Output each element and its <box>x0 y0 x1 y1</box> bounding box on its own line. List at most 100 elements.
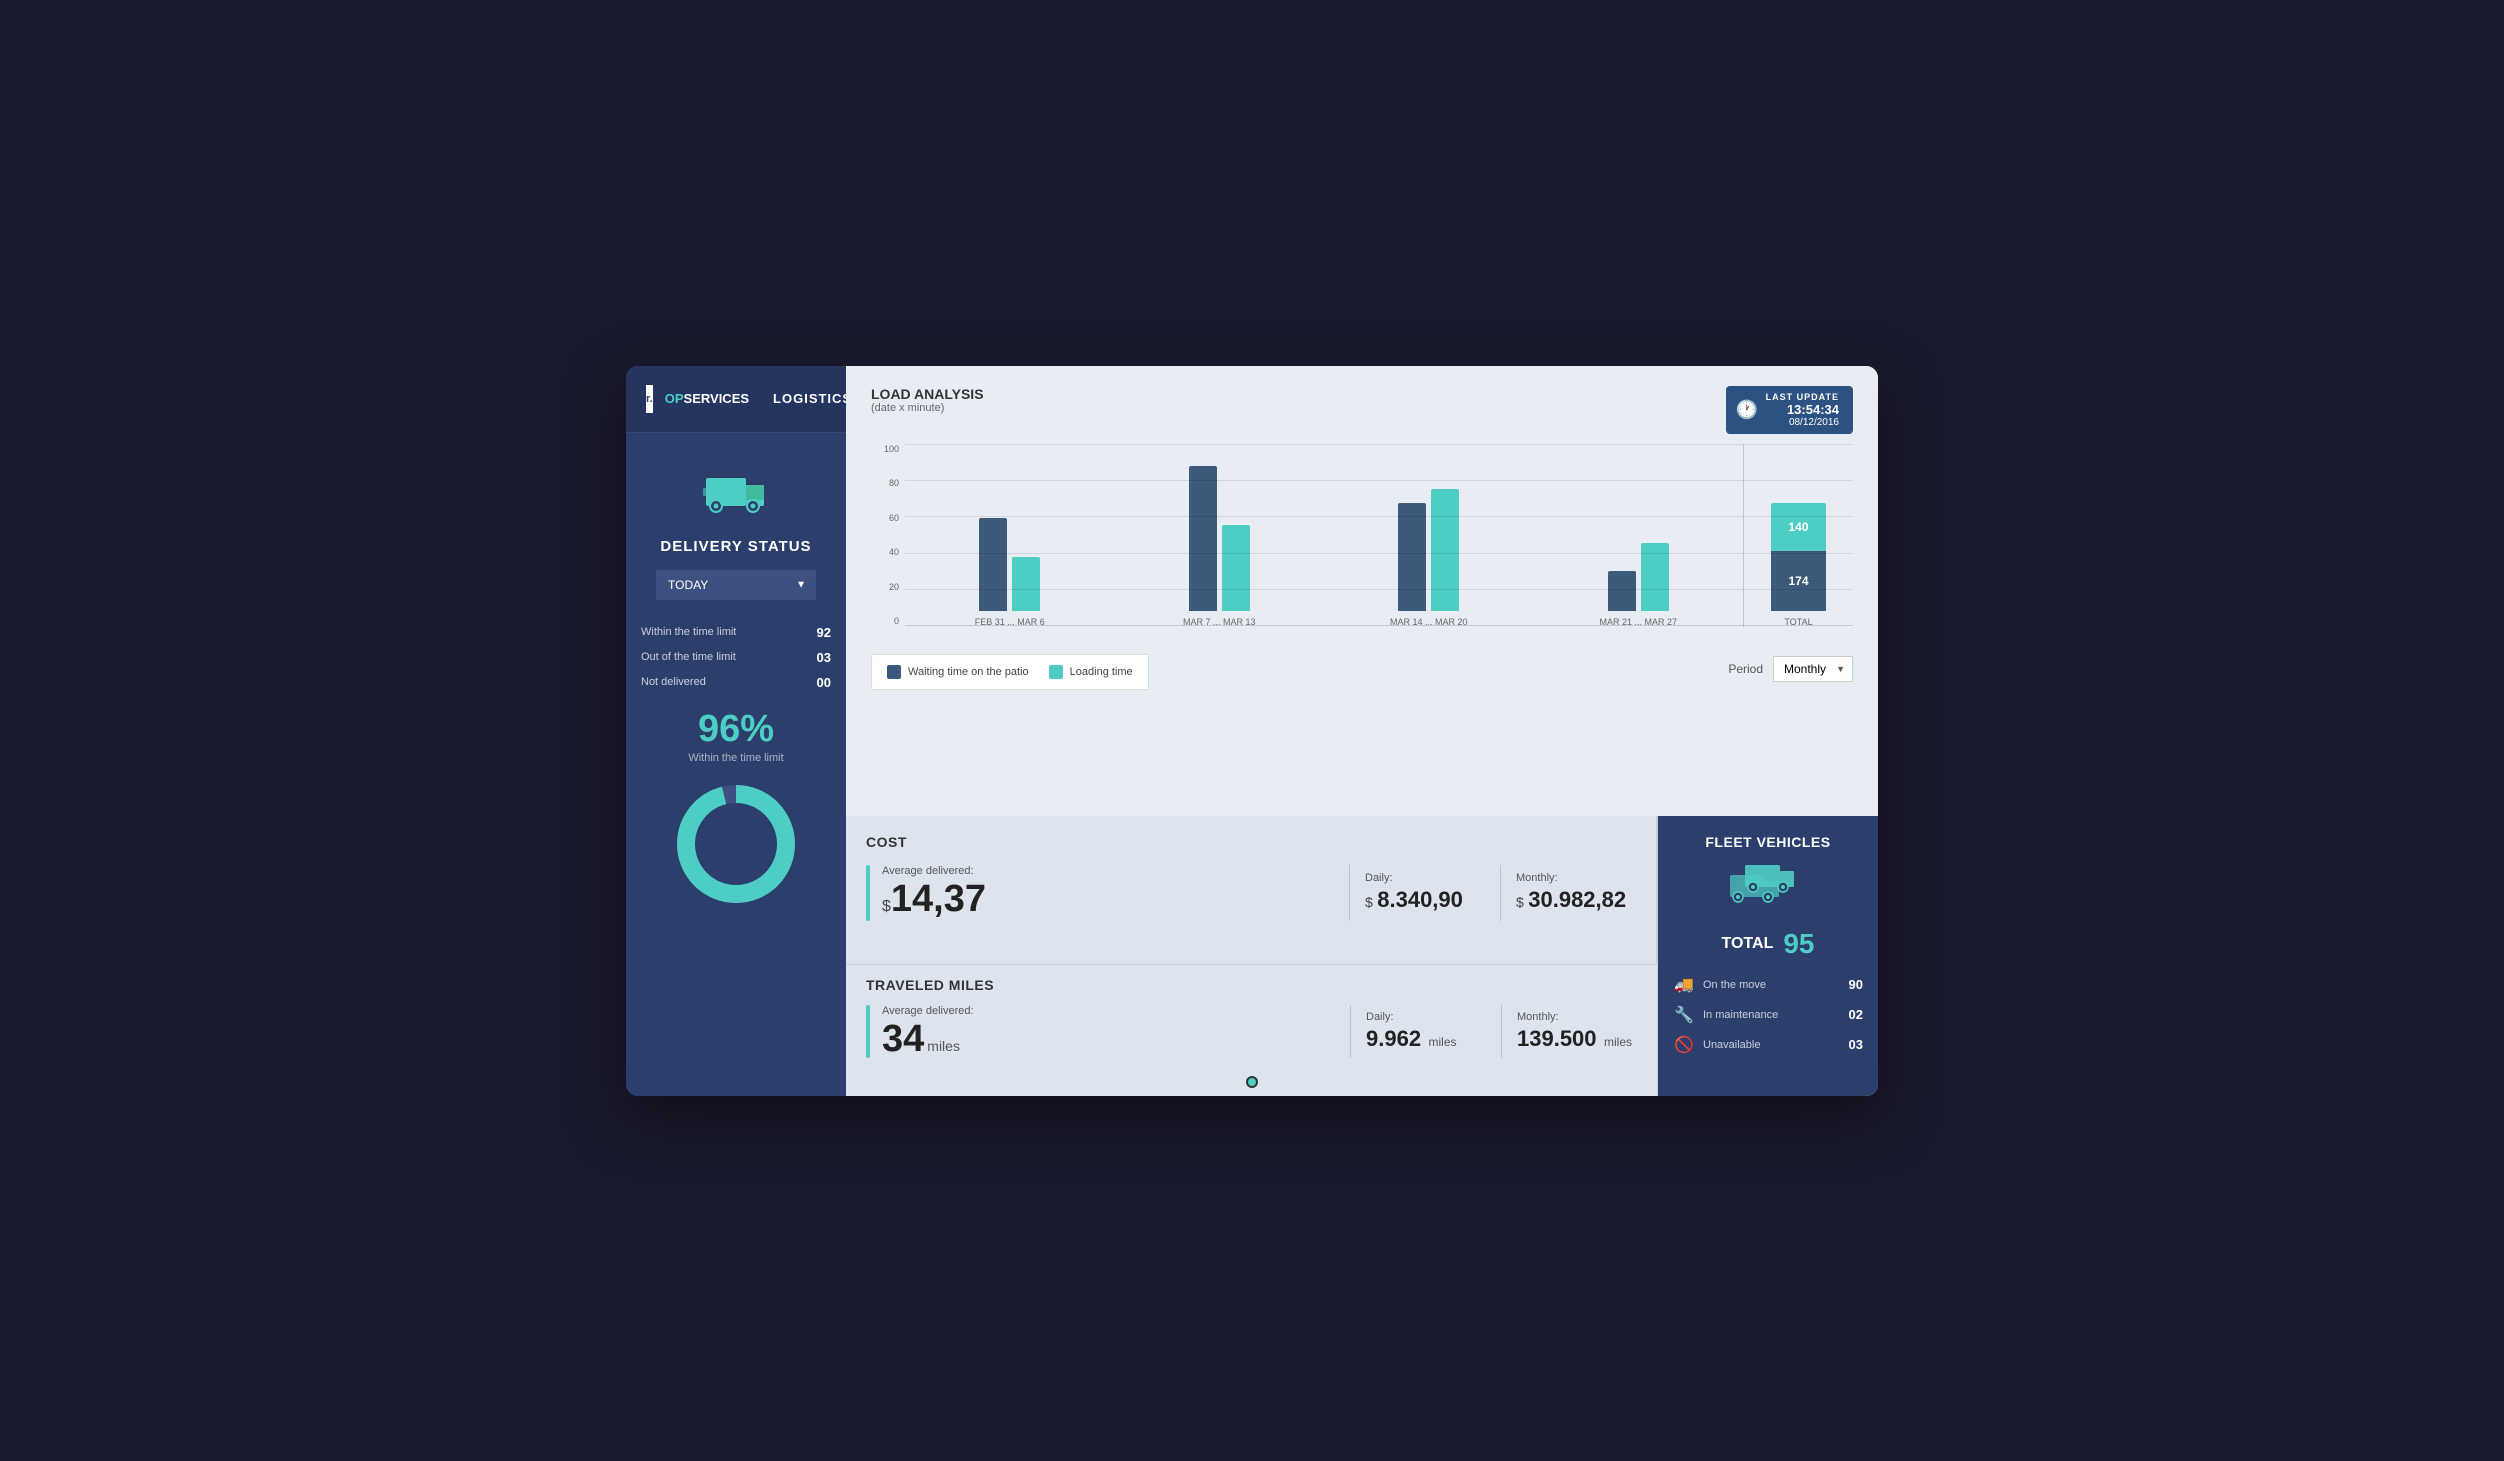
miles-main: Average delivered: 34 miles <box>882 1005 1335 1058</box>
section-label: LOGISTICS <box>773 391 852 406</box>
fleet-maintenance-label: In maintenance <box>1703 1009 1841 1021</box>
period-selector: Period Daily Weekly Monthly Yearly <box>1728 656 1853 682</box>
miles-daily-value: 9.962 <box>1366 1026 1421 1051</box>
donut-svg <box>671 779 801 909</box>
main-content: LOAD ANALYSIS (date x minute) 🕐 LAST UPD… <box>846 366 1878 1096</box>
cost-monthly-prefix: $ <box>1516 894 1524 910</box>
miles-monthly-value: 139.500 <box>1517 1026 1597 1051</box>
miles-metric-row: Average delivered: 34 miles Daily: <box>866 1005 1637 1058</box>
miles-title: TRAVELED MILES <box>866 977 1637 993</box>
grid-line-4 <box>905 553 1853 554</box>
logo-brand: OPSERVICES <box>665 391 749 406</box>
cost-monthly-value-group: $ 30.982,82 <box>1516 887 1636 913</box>
cost-monthly: Monthly: $ 30.982,82 <box>1516 872 1636 913</box>
sidebar-header: r. OPSERVICES LOGISTICS <box>626 366 846 433</box>
miles-accent-bar <box>866 1005 870 1058</box>
stat-label-within: Within the time limit <box>641 626 736 638</box>
miles-daily-unit: miles <box>1429 1035 1457 1049</box>
cost-daily-value-group: $ 8.340,90 <box>1365 887 1485 913</box>
fleet-trucks-svg <box>1728 860 1808 915</box>
miles-value-group: 34 miles <box>882 1020 1335 1058</box>
cost-section: COST Average delivered: $ 14,37 <box>846 816 1657 964</box>
fleet-moving-label: On the move <box>1703 979 1841 991</box>
fleet-list: 🚚 On the move 90 🔧 In maintenance 02 🚫 U… <box>1673 975 1863 1055</box>
percent-label: Within the time limit <box>688 752 783 764</box>
legend-label-teal: Loading time <box>1070 666 1133 678</box>
chart-title-group: LOAD ANALYSIS (date x minute) <box>871 386 984 414</box>
clock-icon: 🕐 <box>1736 399 1758 420</box>
cost-monthly-label: Monthly: <box>1516 872 1636 884</box>
bar-chart-main: FEB 31 ... MAR 6 MAR 7 ... MAR 13 <box>905 444 1853 649</box>
truck-icon <box>701 463 771 523</box>
stat-value-out: 03 <box>817 650 831 665</box>
fleet-unavailable-icon: 🚫 <box>1673 1035 1695 1055</box>
metrics-column: COST Average delivered: $ 14,37 <box>846 816 1658 1096</box>
y-axis: 100 80 60 40 20 0 <box>871 444 899 649</box>
miles-avg-label: Average delivered: <box>882 1005 1335 1017</box>
fleet-maintenance-icon: 🔧 <box>1673 1005 1695 1025</box>
period-select-wrapper[interactable]: TODAY YESTERDAY THIS WEEK THIS MONTH <box>656 570 816 600</box>
logo-brand-rest: SERVICES <box>684 391 750 406</box>
chart-section: LOAD ANALYSIS (date x minute) 🕐 LAST UPD… <box>846 366 1878 816</box>
bottom-nav-dot <box>1246 1076 1258 1088</box>
cost-daily-prefix: $ <box>1365 894 1373 910</box>
miles-value: 34 <box>882 1020 924 1058</box>
fleet-moving-icon: 🚚 <box>1673 975 1695 995</box>
chart-legend: Waiting time on the patio Loading time <box>871 654 1149 690</box>
y-label-60: 60 <box>889 513 899 523</box>
grid-line-1 <box>905 444 1853 445</box>
cost-metric-content: Average delivered: $ 14,37 Daily: <box>882 865 1636 922</box>
cost-avg-label: Average delivered: <box>882 865 1334 877</box>
period-select-wrapper[interactable]: Daily Weekly Monthly Yearly <box>1773 656 1853 682</box>
logo-box: r. <box>646 385 653 413</box>
grid-line-3 <box>905 516 1853 517</box>
period-dropdown[interactable]: Daily Weekly Monthly Yearly <box>1773 656 1853 682</box>
fleet-trucks-icon <box>1673 860 1863 920</box>
cost-daily-label: Daily: <box>1365 872 1485 884</box>
y-label-0: 0 <box>894 616 899 626</box>
cost-title: COST <box>866 834 1636 850</box>
miles-monthly-value-group: 139.500 miles <box>1517 1026 1637 1052</box>
fleet-total-label: TOTAL <box>1722 935 1774 953</box>
miles-unit: miles <box>927 1038 960 1054</box>
miles-monthly-unit: miles <box>1604 1035 1632 1049</box>
stat-label-not: Not delivered <box>641 676 706 688</box>
fleet-row-maintenance: 🔧 In maintenance 02 <box>1673 1005 1863 1025</box>
legend-label-dark: Waiting time on the patio <box>908 666 1029 678</box>
period-label: Period <box>1728 662 1763 676</box>
cost-divider-2 <box>1500 865 1501 922</box>
miles-divider-2 <box>1501 1005 1502 1058</box>
stat-label-out: Out of the time limit <box>641 651 736 663</box>
chart-footer: Waiting time on the patio Loading time P… <box>871 649 1853 690</box>
miles-daily-value-group: 9.962 miles <box>1366 1026 1486 1052</box>
cost-value-group: $ 14,37 <box>882 880 1334 922</box>
grid-line-2 <box>905 480 1853 481</box>
chart-header: LOAD ANALYSIS (date x minute) 🕐 LAST UPD… <box>871 386 1853 434</box>
cost-main: Average delivered: $ 14,37 <box>882 865 1334 922</box>
percent-big: 96% <box>698 710 774 748</box>
miles-daily: Daily: 9.962 miles <box>1366 1011 1486 1052</box>
delivery-truck-svg <box>701 463 771 518</box>
sidebar-content: DELIVERY STATUS TODAY YESTERDAY THIS WEE… <box>626 433 846 1096</box>
chart-title: LOAD ANALYSIS <box>871 386 984 402</box>
stats-list: Within the time limit 92 Out of the time… <box>641 620 831 695</box>
grid-lines <box>905 444 1853 627</box>
cost-currency: $ <box>882 893 891 922</box>
cost-daily: Daily: $ 8.340,90 <box>1365 872 1485 913</box>
miles-metric-content: Average delivered: 34 miles Daily: <box>882 1005 1637 1058</box>
y-label-40: 40 <box>889 547 899 557</box>
period-select[interactable]: TODAY YESTERDAY THIS WEEK THIS MONTH <box>656 570 816 600</box>
fleet-unavailable-value: 03 <box>1849 1037 1863 1052</box>
legend-item-teal: Loading time <box>1049 665 1133 679</box>
grid-line-6 <box>905 625 1853 626</box>
last-update-date: 08/12/2016 <box>1789 417 1839 428</box>
last-update-time: 13:54:34 <box>1787 402 1839 417</box>
grid-line-5 <box>905 589 1853 590</box>
legend-box-dark <box>887 665 901 679</box>
stat-row-not: Not delivered 00 <box>641 670 831 695</box>
y-label-20: 20 <box>889 582 899 592</box>
stat-row-out: Out of the time limit 03 <box>641 645 831 670</box>
chart-subtitle: (date x minute) <box>871 402 984 414</box>
y-label-100: 100 <box>884 444 899 454</box>
sidebar: r. OPSERVICES LOGISTICS <box>626 366 846 1096</box>
